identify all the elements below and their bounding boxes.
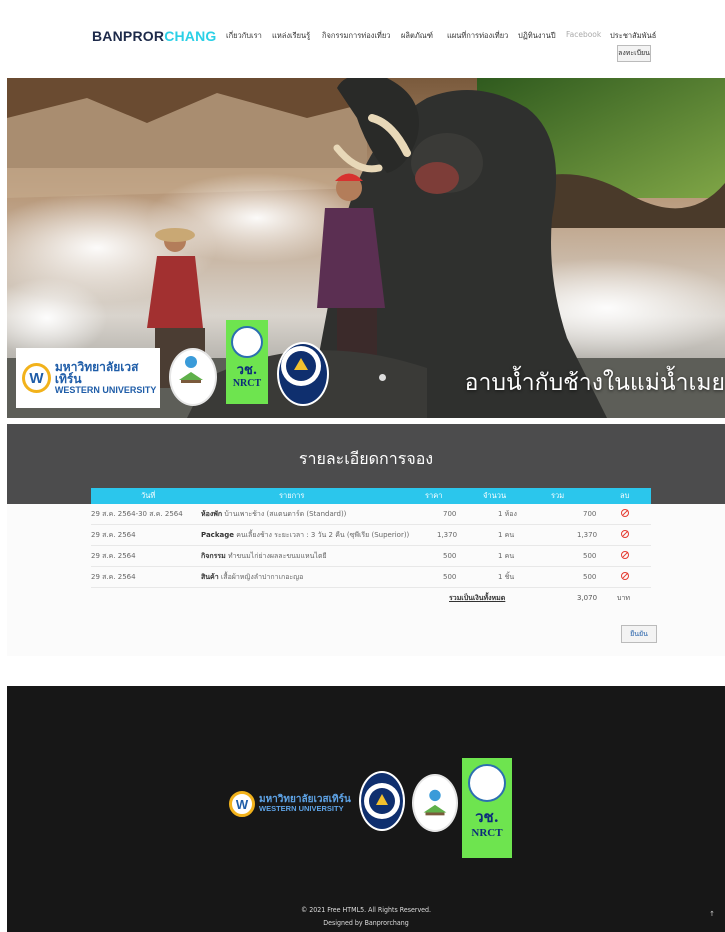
row-date: 29 ส.ค. 2564 xyxy=(91,531,136,539)
nav-facebook[interactable]: Facebook xyxy=(566,30,601,39)
row-date: 29 ส.ค. 2564-30 ส.ค. 2564 xyxy=(91,510,183,518)
hero-caption: อาบน้ำกับช้างในแม่น้ำเมย xyxy=(464,370,725,396)
nav-about[interactable]: เกี่ยวกับเรา xyxy=(226,30,262,42)
col-date: วันที่ xyxy=(141,491,156,500)
nav-news[interactable]: ประชาสัมพันธ์ xyxy=(610,30,656,42)
western-university-icon: W xyxy=(22,363,51,393)
booking-table: วันที่ รายการ ราคา จำนวน รวม ลบ 29 ส.ค. … xyxy=(91,488,651,609)
delete-icon[interactable] xyxy=(621,551,629,559)
row-category: สินค้า xyxy=(201,573,219,581)
hero-banner[interactable]: W มหาวิทยาลัยเวสเทิร์น WESTERN UNIVERSIT… xyxy=(7,78,725,418)
delete-icon[interactable] xyxy=(621,530,629,538)
booking-title: รายละเอียดการจอง xyxy=(298,449,434,468)
footer-western-university-logo: W มหาวิทยาลัยเวสเทิร์น WESTERN UNIVERSIT… xyxy=(229,784,359,824)
western-university-english: WESTERN UNIVERSITY xyxy=(54,384,157,395)
copyright-text: © 2021 Free HTML5. All Rights Reserved. xyxy=(300,906,432,914)
footer-nrct-logo: วช. NRCT xyxy=(462,758,512,858)
western-university-english: WESTERN UNIVERSITY xyxy=(259,804,344,814)
row-item: คนเลี้ยงช้าง ระยะเวลา : 3 วัน 2 คืน (ซุพ… xyxy=(236,531,410,539)
college-seal-logo xyxy=(277,342,329,406)
nav-map[interactable]: แผนที่การท่องเที่ยว xyxy=(447,30,508,42)
confirm-button[interactable]: ยืนยัน xyxy=(621,625,657,643)
row-item: เสื้อผ้าหญิงลำปากาเกอะญอ xyxy=(220,573,304,581)
nrct-thai-label: วช. xyxy=(236,363,258,378)
community-learning-logo xyxy=(169,348,217,406)
delete-icon[interactable] xyxy=(621,509,629,517)
delete-icon[interactable] xyxy=(621,572,629,580)
nrct-english-label: NRCT xyxy=(471,827,503,839)
designed-by-text: Designed by Banprorchang xyxy=(323,919,409,927)
register-button[interactable]: ลงทะเบียน xyxy=(617,45,651,62)
row-category: Package xyxy=(201,531,234,539)
footer-community-learning-logo xyxy=(412,774,458,832)
col-delete: ลบ xyxy=(620,491,630,500)
nrct-emblem-icon xyxy=(231,326,263,358)
row-price: 500 xyxy=(443,573,457,581)
site-footer: W มหาวิทยาลัยเวสเทิร์น WESTERN UNIVERSIT… xyxy=(7,686,725,932)
currency-label: บาท xyxy=(617,594,630,602)
row-total: 1,370 xyxy=(577,531,598,539)
row-qty: 1 คน xyxy=(498,531,515,539)
booking-section: รายละเอียดการจอง วันที่ รายการ ราคา จำนว… xyxy=(7,424,725,656)
row-qty: 1 คน xyxy=(498,552,515,560)
booking-table-header: วันที่ รายการ ราคา จำนวน รวม ลบ xyxy=(91,488,651,504)
slider-indicator[interactable] xyxy=(379,374,386,381)
row-total: 700 xyxy=(583,510,597,518)
row-price: 700 xyxy=(443,510,457,518)
col-total: รวม xyxy=(551,491,565,500)
main-nav: เกี่ยวกับเรา แหล่งเรียนรู้ กิจกรรมการท่อ… xyxy=(0,30,725,46)
row-date: 29 ส.ค. 2564 xyxy=(91,573,136,581)
row-total: 500 xyxy=(583,552,597,560)
col-price: ราคา xyxy=(425,491,443,500)
row-qty: 1 ชิ้น xyxy=(498,573,515,581)
footer-college-seal-logo xyxy=(359,771,405,831)
nav-products[interactable]: ผลิตภัณฑ์ xyxy=(401,30,433,42)
table-row: 29 ส.ค. 2564-30 ส.ค. 2564 ห้องพัก บ้านเพ… xyxy=(91,504,651,525)
row-item: ทำขนมไก่ย่างผลละขนมแหนไตยี xyxy=(227,552,327,560)
row-category: กิจกรรม xyxy=(201,552,226,560)
western-university-icon: W xyxy=(229,791,255,817)
row-price: 500 xyxy=(443,552,457,560)
nrct-thai-label: วช. xyxy=(475,808,499,826)
nav-calendar[interactable]: ปฏิทินงานปี xyxy=(518,30,556,42)
row-category: ห้องพัก xyxy=(201,510,223,518)
western-university-thai: มหาวิทยาลัยเวสเทิร์น xyxy=(54,359,139,387)
table-row: 29 ส.ค. 2564 Package คนเลี้ยงช้าง ระยะเว… xyxy=(91,525,651,546)
back-to-top-icon[interactable]: ↑ xyxy=(709,910,715,918)
nav-activities[interactable]: กิจกรรมการท่องเที่ยว xyxy=(322,30,390,42)
site-header: BANPRORCHANG เกี่ยวกับเรา แหล่งเรียนรู้ … xyxy=(0,0,725,78)
row-date: 29 ส.ค. 2564 xyxy=(91,552,136,560)
total-row: รวมเป็นเงินทั้งหมด 3,070 บาท xyxy=(91,588,651,609)
col-item: รายการ xyxy=(279,491,305,500)
nrct-english-label: NRCT xyxy=(232,378,262,389)
table-row: 29 ส.ค. 2564 สินค้า เสื้อผ้าหญิงลำปากาเก… xyxy=(91,567,651,588)
total-label: รวมเป็นเงินทั้งหมด xyxy=(449,594,506,602)
nrct-logo: วช. NRCT xyxy=(226,320,268,404)
row-item: บ้านเพาะช้าง (สแตนดาร์ด (Standard)) xyxy=(224,510,347,518)
row-total: 500 xyxy=(583,573,597,581)
nav-learning[interactable]: แหล่งเรียนรู้ xyxy=(272,30,310,42)
western-university-logo: W มหาวิทยาลัยเวสเทิร์น WESTERN UNIVERSIT… xyxy=(16,348,160,408)
grand-total: 3,070 xyxy=(577,594,598,602)
nrct-emblem-icon xyxy=(468,764,506,802)
col-qty: จำนวน xyxy=(483,491,507,500)
row-qty: 1 ห้อง xyxy=(498,510,517,518)
table-row: 29 ส.ค. 2564 กิจกรรม ทำขนมไก่ย่างผลละขนม… xyxy=(91,546,651,567)
row-price: 1,370 xyxy=(437,531,458,539)
